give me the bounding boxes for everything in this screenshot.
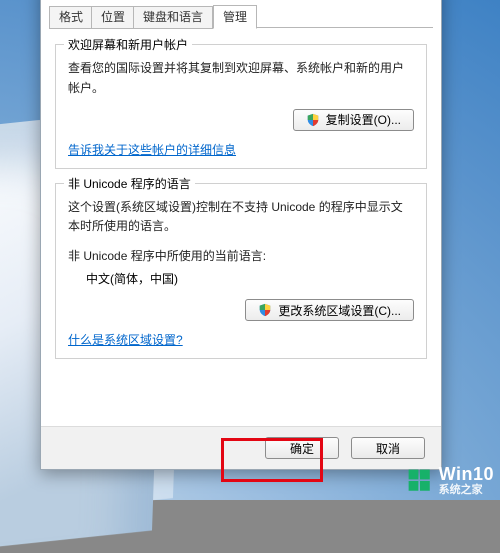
change-system-locale-button[interactable]: 更改系统区域设置(C)...	[245, 299, 414, 321]
copy-settings-button[interactable]: 复制设置(O)...	[293, 109, 414, 131]
group-welcome-legend: 欢迎屏幕和新用户帐户	[64, 36, 192, 53]
ok-button[interactable]: 确定	[265, 437, 339, 459]
current-language-value: 中文(简体，中国)	[68, 270, 414, 287]
dialog-button-bar: 确定 取消	[41, 426, 441, 469]
accounts-info-link[interactable]: 告诉我关于这些帐户的详细信息	[68, 141, 236, 158]
tab-admin-content: 欢迎屏幕和新用户帐户 查看您的国际设置并将其复制到欢迎屏幕、系统帐户和新的用户帐…	[41, 28, 441, 359]
windows-logo-icon	[407, 468, 433, 494]
tab-location[interactable]: 位置	[91, 6, 135, 29]
what-is-system-locale-link[interactable]: 什么是系统区域设置?	[68, 331, 183, 348]
tab-strip: 格式 位置 键盘和语言 管理	[49, 0, 433, 28]
watermark-site: 系统之家	[439, 485, 494, 496]
copy-settings-label: 复制设置(O)...	[326, 111, 401, 128]
group-non-unicode-legend: 非 Unicode 程序的语言	[64, 175, 195, 192]
tab-keyboard[interactable]: 键盘和语言	[133, 6, 213, 29]
tab-format[interactable]: 格式	[49, 6, 93, 29]
group-non-unicode: 非 Unicode 程序的语言 这个设置(系统区域设置)控制在不支持 Unico…	[55, 183, 427, 360]
group-welcome-desc: 查看您的国际设置并将其复制到欢迎屏幕、系统帐户和新的用户帐户。	[68, 59, 414, 99]
watermark-brand: Win10	[439, 465, 494, 483]
current-language-label: 非 Unicode 程序中所使用的当前语言:	[68, 247, 414, 264]
watermark: Win10 系统之家	[407, 465, 494, 496]
tab-admin[interactable]: 管理	[213, 5, 257, 29]
uac-shield-icon	[258, 303, 272, 317]
group-non-unicode-desc: 这个设置(系统区域设置)控制在不支持 Unicode 的程序中显示文本时所使用的…	[68, 198, 414, 238]
change-system-locale-label: 更改系统区域设置(C)...	[278, 302, 401, 319]
uac-shield-icon	[306, 113, 320, 127]
cancel-button[interactable]: 取消	[351, 437, 425, 459]
group-welcome-screen: 欢迎屏幕和新用户帐户 查看您的国际设置并将其复制到欢迎屏幕、系统帐户和新的用户帐…	[55, 44, 427, 169]
region-dialog: 格式 位置 键盘和语言 管理 欢迎屏幕和新用户帐户 查看您的国际设置并将其复制到…	[40, 0, 442, 470]
